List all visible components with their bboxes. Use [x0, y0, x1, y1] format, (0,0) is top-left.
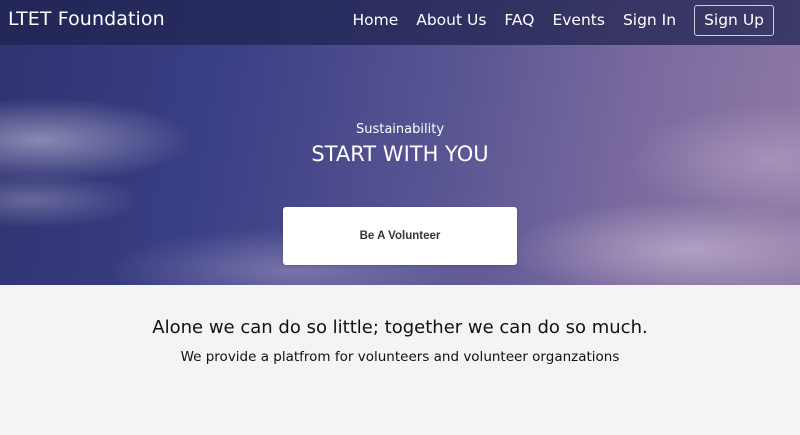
hero-subtitle: Sustainability [355, 122, 445, 137]
tagline-heading: Alone we can do so little; together we c… [152, 317, 648, 338]
mission-statement: We provide a platfrom for volunteers and… [180, 349, 620, 365]
about-section: Alone we can do so little; together we c… [0, 285, 800, 435]
be-a-volunteer-button[interactable]: Be A Volunteer [283, 207, 517, 265]
hero-section: LTET Foundation Home About Us FAQ Events… [0, 0, 800, 285]
navbar: LTET Foundation Home About Us FAQ Events… [0, 0, 800, 45]
hero-title: START WITH YOU [311, 142, 489, 166]
brand-logo[interactable]: LTET Foundation [8, 8, 165, 30]
nav-link-home[interactable]: Home [352, 11, 398, 29]
nav-links: Home About Us FAQ Events Sign In Sign Up [352, 4, 774, 36]
nav-link-sign-in[interactable]: Sign In [623, 11, 676, 29]
nav-link-faq[interactable]: FAQ [504, 11, 534, 29]
nav-link-events[interactable]: Events [552, 11, 604, 29]
nav-link-about-us[interactable]: About Us [416, 11, 486, 29]
sign-up-button[interactable]: Sign Up [694, 4, 774, 36]
